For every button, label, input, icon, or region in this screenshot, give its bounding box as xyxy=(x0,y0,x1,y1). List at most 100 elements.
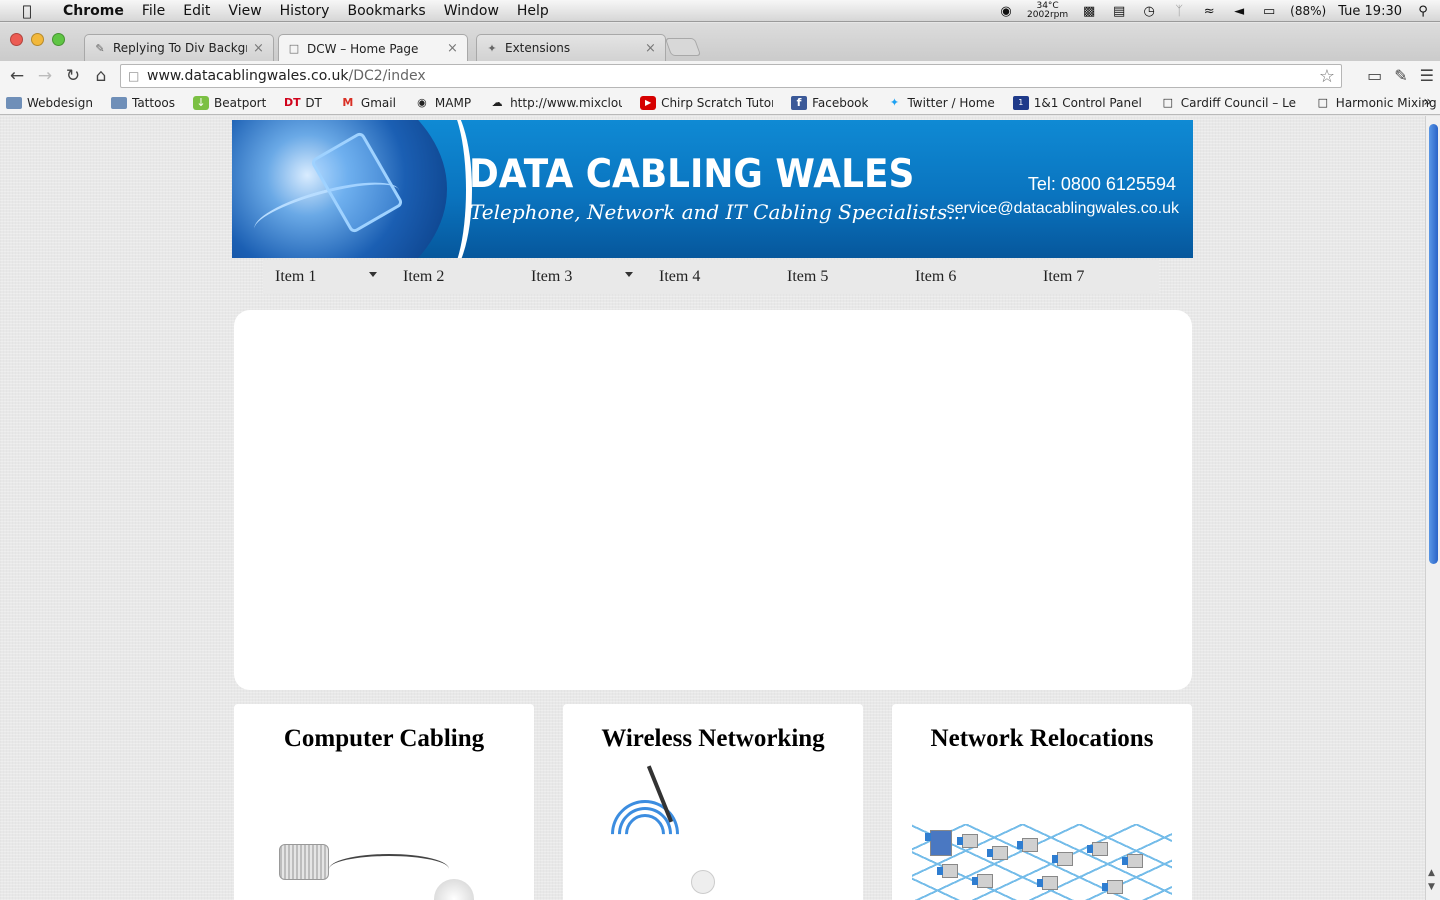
email-address[interactable]: service@datacablingwales.co.uk xyxy=(947,200,1179,218)
bookmark-label: Tattoos xyxy=(131,95,176,110)
app-menu: Chrome File Edit View History Bookmarks … xyxy=(54,3,558,19)
bookmark-facebook[interactable]: f Facebook xyxy=(791,95,868,110)
bookmark-mixcloud[interactable]: ☁ http://www.mixclou xyxy=(489,96,623,110)
spotlight-search-icon[interactable]: ⚲ xyxy=(1414,4,1432,19)
page-icon: □ xyxy=(128,69,140,83)
tab-extensions[interactable]: ✦ Extensions × xyxy=(476,34,666,61)
menu-file[interactable]: File xyxy=(133,3,174,19)
back-arrow-icon[interactable]: ← xyxy=(3,66,31,86)
extension-icon[interactable]: ✎ xyxy=(1394,66,1407,85)
nav-item-2[interactable]: Item 2 xyxy=(391,260,519,294)
bookmark-twitter[interactable]: ✦ Twitter / Home xyxy=(886,96,995,110)
service-card-wireless-networking[interactable]: Wireless Networking xyxy=(563,704,863,900)
computer-icon xyxy=(1017,838,1038,852)
bookmark-beatport[interactable]: ↓ Beatport xyxy=(193,95,266,110)
reload-icon[interactable]: ↻ xyxy=(59,66,87,86)
card-title: Wireless Networking xyxy=(601,725,825,752)
scrollbar-thumb[interactable] xyxy=(1429,124,1438,564)
menu-bookmarks[interactable]: Bookmarks xyxy=(338,3,434,19)
url-path: /DC2/index xyxy=(348,68,426,84)
scroll-up-arrow-icon[interactable]: ▲ xyxy=(1428,868,1435,878)
memory-icon[interactable]: ▤ xyxy=(1110,4,1128,19)
address-bar[interactable]: □ www.datacablingwales.co.uk/DC2/index ☆ xyxy=(120,64,1342,88)
service-card-computer-cabling[interactable]: Computer Cabling xyxy=(234,704,534,900)
tab-replying[interactable]: ✎ Replying To Div Backgroun × xyxy=(84,34,274,61)
tab-title: DCW – Home Page xyxy=(307,41,419,56)
bookmark-cardiff[interactable]: □ Cardiff Council – Lei xyxy=(1160,96,1297,110)
menu-icon[interactable]: ☰ xyxy=(1420,66,1434,85)
bookmark-oneandone[interactable]: 1 1&1 Control Panel xyxy=(1012,95,1142,110)
menu-app-name[interactable]: Chrome xyxy=(54,3,133,19)
bookmark-pin-icon: ✎ xyxy=(95,41,105,55)
cast-icon[interactable]: ▭ xyxy=(1367,66,1382,85)
home-icon[interactable]: ⌂ xyxy=(87,66,115,86)
phone-number: Tel: 0800 6125594 xyxy=(1027,174,1176,194)
zoom-window-button[interactable] xyxy=(52,33,65,46)
toolbar-right: ▭ ✎ ☰ xyxy=(1367,66,1434,85)
server-icon xyxy=(925,830,952,856)
bookmark-label: Cardiff Council – Lei xyxy=(1180,95,1297,110)
page-scrollbar[interactable]: ▲ ▼ xyxy=(1425,116,1440,900)
wifi-icon[interactable]: ≈ xyxy=(1200,4,1218,19)
nav-item-7[interactable]: Item 7 xyxy=(1031,260,1159,294)
menu-view[interactable]: View xyxy=(219,3,270,19)
bookmark-gmail[interactable]: M Gmail xyxy=(340,96,396,110)
nav-item-label: Item 1 xyxy=(275,268,317,285)
computer-icon xyxy=(1122,854,1143,868)
menu-edit[interactable]: Edit xyxy=(174,3,219,19)
menu-help[interactable]: Help xyxy=(508,3,558,19)
chevron-down-icon xyxy=(625,272,633,277)
nav-item-5[interactable]: Item 5 xyxy=(775,260,903,294)
tab-dcw-home[interactable]: □ DCW – Home Page × xyxy=(278,34,468,62)
clock[interactable]: Tue 19:30 xyxy=(1338,4,1402,19)
nav-item-4[interactable]: Item 4 xyxy=(647,260,775,294)
new-tab-button[interactable] xyxy=(664,38,702,56)
nav-item-label: Item 4 xyxy=(659,268,701,285)
temperature-readout[interactable]: 34°C 2002rpm xyxy=(1027,2,1068,20)
tab-close-icon[interactable]: × xyxy=(645,41,657,56)
browser-toolbar: ← → ↻ ⌂ □ www.datacablingwales.co.uk/DC2… xyxy=(0,61,1440,91)
tin-can-graphic xyxy=(279,844,329,880)
battery-percent[interactable]: (88%) xyxy=(1290,4,1326,18)
site-title: DATA CABLING WALES xyxy=(469,152,915,197)
dropbox-icon[interactable]: ▩ xyxy=(1080,4,1098,19)
gmail-icon: M xyxy=(342,96,354,109)
tab-close-icon[interactable]: × xyxy=(253,41,265,56)
close-window-button[interactable] xyxy=(10,33,23,46)
bookmark-webdesign[interactable]: Webdesign xyxy=(6,96,93,110)
service-card-network-relocations[interactable]: Network Relocations xyxy=(892,704,1192,900)
youtube-icon: ▶ xyxy=(640,95,657,110)
bluetooth-icon[interactable]: ᛉ xyxy=(1170,4,1188,19)
menu-history[interactable]: History xyxy=(271,3,339,19)
bookmark-dt[interactable]: DT DT xyxy=(284,96,322,110)
main-nav: Item 1 Item 2 Item 3 Item 4 Item 5 Item … xyxy=(263,260,1159,294)
nav-item-label: Item 7 xyxy=(1043,268,1085,285)
nav-item-3[interactable]: Item 3 xyxy=(519,260,647,294)
fan-icon[interactable]: ◉ xyxy=(997,4,1015,19)
tab-close-icon[interactable]: × xyxy=(447,41,459,56)
volume-icon[interactable]: ◄ xyxy=(1230,4,1248,19)
minimize-window-button[interactable] xyxy=(31,33,44,46)
ball-graphic xyxy=(434,879,474,900)
menu-window[interactable]: Window xyxy=(435,3,508,19)
puzzle-icon: ✦ xyxy=(487,41,497,55)
oneandone-icon: 1 xyxy=(1012,95,1029,110)
forward-arrow-icon[interactable]: → xyxy=(31,66,59,86)
computer-icon xyxy=(987,846,1008,860)
bookmark-tattoos[interactable]: Tattoos xyxy=(110,95,176,110)
nav-item-6[interactable]: Item 6 xyxy=(903,260,1031,294)
bookmark-star-icon[interactable]: ☆ xyxy=(1319,66,1335,87)
bookmark-harmonic[interactable]: □ Harmonic Mixing Da xyxy=(1315,96,1440,110)
apple-icon[interactable]:  xyxy=(0,2,54,20)
bookmark-chirp[interactable]: ▶ Chirp Scratch Tutori xyxy=(640,95,773,110)
twitter-icon: ✦ xyxy=(889,96,900,109)
battery-icon[interactable]: ▭ xyxy=(1260,4,1278,19)
computer-icon xyxy=(1037,876,1058,890)
time-machine-icon[interactable]: ◷ xyxy=(1140,4,1158,19)
nav-item-1[interactable]: Item 1 xyxy=(263,260,391,294)
chevron-right-icon[interactable]: » xyxy=(1423,94,1432,110)
page-icon: □ xyxy=(288,42,300,55)
figure-head-graphic xyxy=(691,870,715,894)
bookmark-mamp[interactable]: ◉ MAMP xyxy=(414,96,471,110)
scroll-down-arrow-icon[interactable]: ▼ xyxy=(1428,882,1435,892)
